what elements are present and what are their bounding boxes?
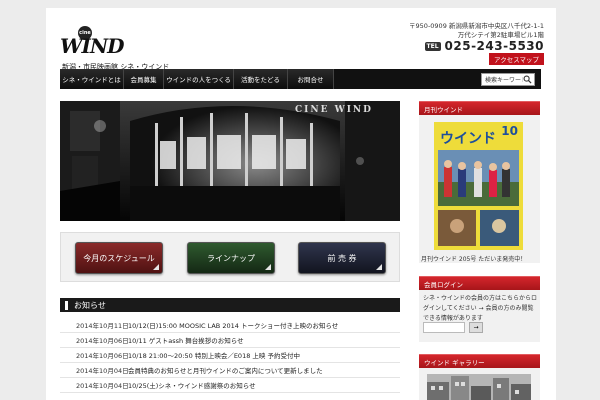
corner-arrow-icon	[376, 264, 382, 270]
member-login-input[interactable]	[423, 322, 465, 333]
access-map-button[interactable]: アクセスマップ	[489, 53, 544, 65]
nav-item-membership[interactable]: 会員募集	[124, 69, 164, 89]
news-link[interactable]: 10/12(日)15:00 MOOSIC LAB 2014 トークショー付き上映…	[114, 320, 338, 330]
site-logo[interactable]: cine WIND 新潟・市民映画館 シネ・ウインド	[60, 26, 180, 71]
tel-badge: TEL	[424, 41, 441, 51]
news-date: 2014年10月04日	[76, 382, 129, 390]
page: cine WIND 新潟・市民映画館 シネ・ウインド 〒950-0909 新潟県…	[46, 8, 556, 400]
member-text: シネ・ウインドの会員の方はこちらからログインしてください → 会員の方のみ閲覧で…	[423, 295, 538, 322]
gallery-photo[interactable]	[427, 374, 531, 400]
search-input[interactable]	[485, 75, 523, 83]
news-item[interactable]: 2014年10月11日 10/12(日)15:00 MOOSIC LAB 201…	[60, 318, 400, 333]
lineup-button[interactable]: ラインナップ	[187, 242, 275, 274]
news-link[interactable]: 10/18 21:00〜20:50 特別上映会／E018 上映 予約受付中	[114, 350, 300, 360]
corner-arrow-icon	[265, 264, 271, 270]
magazine-issue-number: 10	[501, 124, 518, 138]
news-item[interactable]: 2014年10月06日 10/11 ゲストassh 舞台挨拶のお知らせ	[60, 333, 400, 348]
news-item[interactable]: 2014年10月04日 10/25(土)シネ・ウインド感謝祭のお知らせ	[60, 378, 400, 393]
gallery-box	[419, 368, 540, 400]
advance-ticket-button-label: 前 売 券	[327, 253, 357, 263]
main-nav: シネ・ウインドとは 会員募集 ウインドの人をつくる 活動をたどる お問合せ	[60, 69, 541, 89]
magazine-box: ウインド 10 月刊ウインド 205号 ただいま発売中！	[419, 115, 540, 263]
schedule-button[interactable]: 今月のスケジュール	[75, 242, 163, 274]
tel-number: 025-243-5530	[444, 39, 544, 53]
nav-item-contact[interactable]: お問合せ	[288, 69, 334, 89]
address-line: 〒950-0909 新潟県新潟市中央区八千代2-1-1	[409, 22, 544, 30]
news-link[interactable]: 会員特典のお知らせと月刊ウインドのご案内について更新しました	[114, 365, 323, 375]
search-box	[481, 72, 535, 86]
member-login-button[interactable]: →	[469, 322, 483, 333]
news-date: 2014年10月11日	[76, 322, 129, 330]
nav-item-about[interactable]: シネ・ウインドとは	[60, 69, 124, 89]
news-date: 2014年10月04日	[76, 367, 129, 375]
tel-row: TEL 025-243-5530	[424, 39, 544, 53]
hero-image: CINE WIND	[60, 101, 400, 221]
member-header: 会員ログイン	[419, 276, 540, 290]
search-icon[interactable]	[523, 75, 532, 84]
theater-photo	[60, 101, 400, 221]
address: 〒950-0909 新潟県新潟市中央区八千代2-1-1 万代シテイ第2駐車場ビル…	[409, 22, 544, 40]
news-item[interactable]: 2014年10月06日 10/18 21:00〜20:50 特別上映会／E018…	[60, 348, 400, 363]
news-title: お知らせ	[74, 300, 106, 310]
news-list: 2014年10月11日 10/12(日)15:00 MOOSIC LAB 201…	[60, 318, 400, 393]
magazine-header: 月刊ウインド	[419, 101, 540, 115]
nav-item-history[interactable]: 活動をたどる	[234, 69, 288, 89]
news-date: 2014年10月06日	[76, 352, 129, 360]
news-date: 2014年10月06日	[76, 337, 129, 345]
schedule-button-label: 今月のスケジュール	[83, 253, 155, 263]
street-photo	[427, 374, 531, 400]
magazine-caption[interactable]: 月刊ウインド 205号 ただいま発売中！	[421, 254, 526, 263]
gallery-header: ウインド ギャラリー	[419, 354, 540, 368]
header-bar-icon	[65, 300, 68, 310]
lineup-button-label: ラインナップ	[207, 253, 255, 263]
magazine-cover-title: ウインド	[440, 131, 496, 147]
news-header: お知らせ	[60, 298, 400, 312]
member-box: シネ・ウインドの会員の方はこちらからログインしてください → 会員の方のみ閲覧で…	[419, 290, 540, 342]
magazine-cover[interactable]: ウインド 10	[434, 122, 523, 250]
news-item[interactable]: 2014年10月04日 会員特典のお知らせと月刊ウインドのご案内について更新しま…	[60, 363, 400, 378]
quick-links: 今月のスケジュール ラインナップ 前 売 券	[60, 232, 400, 282]
nav-item-people[interactable]: ウインドの人をつくる	[164, 69, 234, 89]
corner-arrow-icon	[153, 264, 159, 270]
news-link[interactable]: 10/25(土)シネ・ウインド感謝祭のお知らせ	[114, 380, 256, 390]
logo-wordmark: WIND	[60, 34, 124, 58]
news-link[interactable]: 10/11 ゲストassh 舞台挨拶のお知らせ	[114, 335, 244, 345]
hero-sign-text: CINE WIND	[295, 105, 373, 115]
advance-ticket-button[interactable]: 前 売 券	[298, 242, 386, 274]
